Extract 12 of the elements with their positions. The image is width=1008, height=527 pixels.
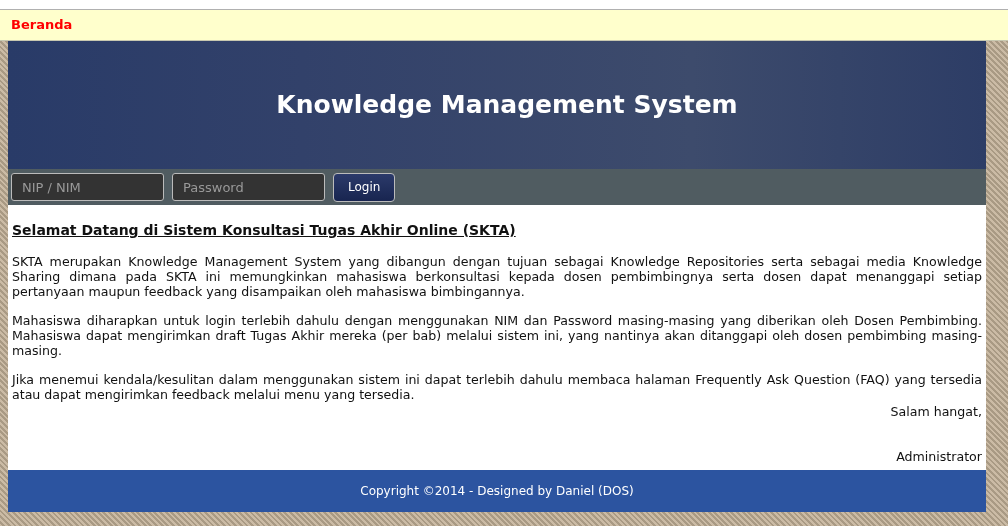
site-title: Knowledge Management System — [275, 89, 738, 122]
body-paragraph: Mahasiswa diharapkan untuk login terlebih dahulu dengan menggunakan NIM dan Password masing-masing yang diberikan oleh Dosen Pembimbing. Mahasiswa dapat mengirimkan draft Tugas Akhir mereka (per bab) melalui sistem ini, yang nantinya akan ditanggapi oleh dosen pembimbing masing-masing. — [12, 313, 982, 358]
signature-text: Administrator — [895, 449, 982, 464]
welcome-heading: Selamat Datang di Sistem Konsultasi Tugas Akhir Online (SKTA) — [12, 223, 517, 238]
body-paragraph: Jika menemui kendala/kesulitan dalam menggunakan sistem ini dapat terlebih dahulu membaca halaman Frequently Ask Question (FAQ) yang tersedia atau dapat mengirimkan feedback melalui menu yang tersedia. — [12, 372, 982, 402]
copyright-text: Copyright ©2014 - Designed by Daniel (DOS) — [360, 483, 634, 500]
closing-text: Salam hangat, — [889, 404, 982, 419]
password-field[interactable]: Password — [172, 173, 325, 201]
login-button[interactable]: Login — [333, 172, 396, 202]
breadcrumb-link[interactable]: Beranda — [11, 15, 73, 35]
username-field[interactable]: NIP / NIM — [11, 173, 164, 201]
body-paragraph: SKTA merupakan Knowledge Management System yang dibangun dengan tujuan sebagai Knowledge Repositories serta sebagai media Knowledge Sharing dimana pada SKTA ini memungkinkan mahasiswa berkonsultasi kepada dosen pembimbingnya serta dosen dapat menanggapi setiap pertanyaan maupun feedback yang disampaikan oleh mahasiswa bimbingannya. — [12, 254, 982, 299]
